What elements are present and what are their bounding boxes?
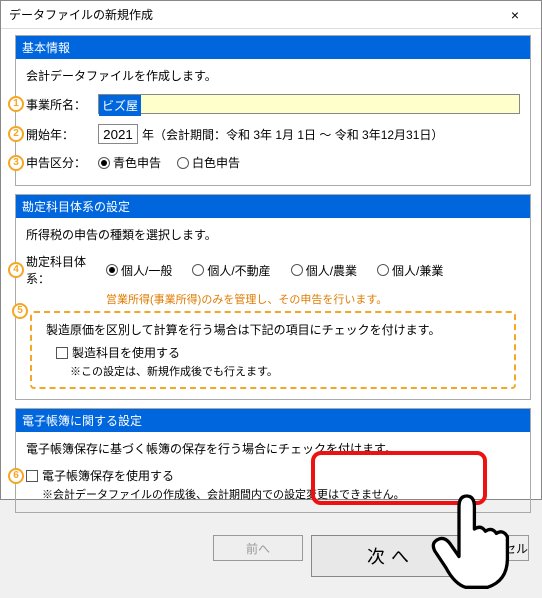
marker-2: 2 <box>8 126 24 142</box>
system-label: 勘定科目体系： <box>26 253 106 287</box>
checkbox-ebook-label: 電子帳簿保存を使用する <box>42 467 174 484</box>
box-desc: 製造原価を区別して計算を行う場合は下記の項目にチェックを付けます。 <box>46 321 504 338</box>
marker-3: 3 <box>8 155 24 171</box>
radio-agri[interactable]: 個人/農業 <box>291 262 357 279</box>
radio-blue-label: 青色申告 <box>113 154 161 171</box>
radio-icon <box>106 264 118 276</box>
section-ebook: 電子帳簿に関する設定 電子帳簿保存に基づく帳簿の保存を行う場合にチェックを付けま… <box>15 408 531 513</box>
marker-6: 6 <box>8 468 24 484</box>
ebook-note: ※会計データファイルの作成後、会計期間内での設定変更はできません。 <box>42 486 520 502</box>
prev-label: 前へ <box>246 540 270 557</box>
basic-desc: 会計データファイルを作成します。 <box>26 67 217 84</box>
account-orange-note: 営業所得(事業所得)のみを管理し、その申告を行います。 <box>106 291 520 307</box>
prev-button[interactable]: 前へ <box>213 535 303 561</box>
manufacturing-box: 5 製造原価を区別して計算を行う場合は下記の項目にチェックを付けます。 製造科目… <box>30 311 516 389</box>
dialog-content: 基本情報 会計データファイルを作成します。 1 事業所名： ビズ屋 2 開始年：… <box>1 29 541 527</box>
radio-realestate[interactable]: 個人/不動産 <box>192 262 270 279</box>
dialog-window: データファイルの新規作成 × 基本情報 会計データファイルを作成します。 1 事… <box>0 0 542 500</box>
radio-combined[interactable]: 個人/兼業 <box>377 262 443 279</box>
year-label: 開始年： <box>26 126 98 143</box>
section-ebook-header: 電子帳簿に関する設定 <box>16 409 530 432</box>
marker-4: 4 <box>8 262 24 278</box>
radio-blue-return[interactable]: 青色申告 <box>98 154 161 171</box>
radio-white-return[interactable]: 白色申告 <box>177 154 240 171</box>
radio-icon <box>98 157 110 169</box>
radio-icon <box>177 157 189 169</box>
cancel-button[interactable]: ャンセル <box>479 535 529 561</box>
section-account-header: 勘定科目体系の設定 <box>16 195 530 218</box>
marker-1: 1 <box>8 96 24 112</box>
titlebar: データファイルの新規作成 × <box>1 1 541 29</box>
radio-combined-label: 個人/兼業 <box>392 262 443 279</box>
tax-label: 申告区分： <box>26 154 98 171</box>
radio-icon <box>192 264 204 276</box>
cancel-label: ャンセル <box>480 540 528 557</box>
section-basic: 基本情報 会計データファイルを作成します。 1 事業所名： ビズ屋 2 開始年：… <box>15 35 531 186</box>
section-basic-header: 基本情報 <box>16 36 530 59</box>
radio-agri-label: 個人/農業 <box>306 262 357 279</box>
radio-realestate-label: 個人/不動産 <box>207 262 270 279</box>
next-button[interactable]: 次へ <box>311 535 471 577</box>
section-account: 勘定科目体系の設定 所得税の申告の種類を選択します。 4 勘定科目体系： 個人/… <box>15 194 531 400</box>
radio-general[interactable]: 個人/一般 <box>106 262 172 279</box>
next-label: 次へ <box>367 543 415 569</box>
checkbox-manufacturing-label: 製造科目を使用する <box>72 344 180 361</box>
office-label: 事業所名： <box>26 96 98 113</box>
year-suffix: 年（会計期間：令和 3年 1月 1日 ～ 令和 3年12月31日） <box>142 126 443 143</box>
account-desc: 所得税の申告の種類を選択します。 <box>26 226 217 243</box>
start-year-input[interactable] <box>98 124 138 144</box>
radio-white-label: 白色申告 <box>192 154 240 171</box>
close-button[interactable]: × <box>495 3 535 27</box>
office-name-value: ビズ屋 <box>99 95 141 116</box>
box-note: ※この設定は、新規作成後でも行えます。 <box>70 363 504 379</box>
ebook-desc: 電子帳簿保存に基づく帳簿の保存を行う場合にチェックを付けます。 <box>26 440 397 457</box>
marker-5: 5 <box>12 303 28 319</box>
checkbox-manufacturing[interactable] <box>56 347 68 359</box>
button-bar: 前へ 次へ ャンセル <box>1 527 541 585</box>
radio-general-label: 個人/一般 <box>121 262 172 279</box>
window-title: データファイルの新規作成 <box>9 6 153 23</box>
checkbox-ebook[interactable] <box>26 470 38 482</box>
radio-icon <box>291 264 303 276</box>
radio-icon <box>377 264 389 276</box>
close-icon: × <box>511 7 519 23</box>
office-name-input[interactable]: ビズ屋 <box>98 94 520 114</box>
